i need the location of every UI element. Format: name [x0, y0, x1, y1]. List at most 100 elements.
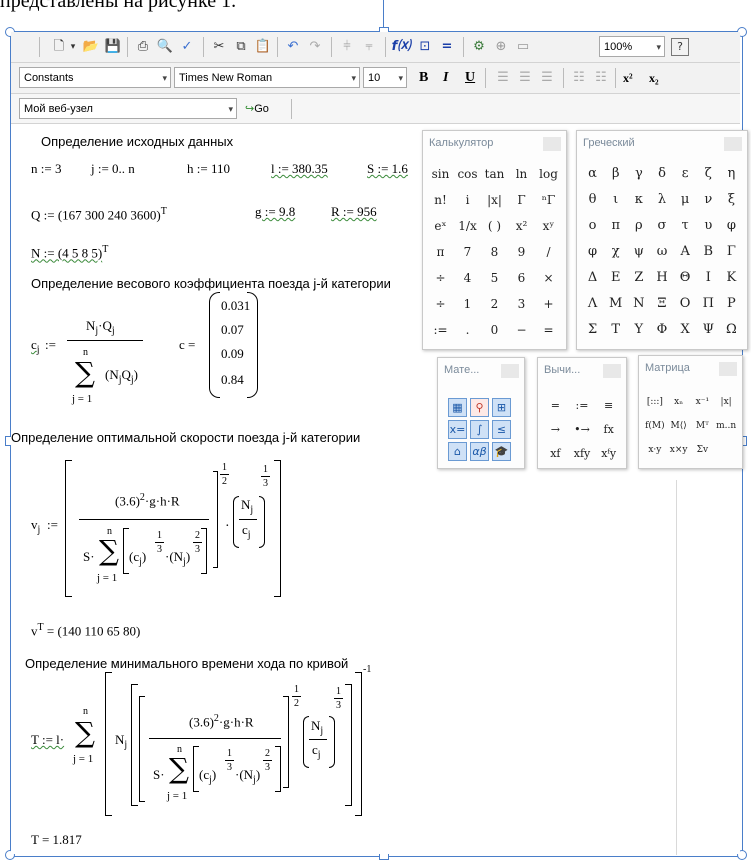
greek-letter-key[interactable]: Ξ	[650, 291, 673, 317]
matrix-key[interactable]: x×y	[667, 438, 691, 462]
insert-unit-icon[interactable]: ⊡	[415, 37, 435, 57]
greek-letter-key[interactable]: ι	[604, 187, 627, 213]
greek-letter-key[interactable]: μ	[674, 187, 697, 213]
calculator-key[interactable]: 8	[481, 239, 508, 265]
greek-toolbar-icon[interactable]: αβ	[470, 442, 489, 461]
calculator-key[interactable]: 6	[508, 265, 535, 291]
greek-letter-key[interactable]: ω	[650, 239, 673, 265]
greek-letter-key[interactable]: Ε	[604, 265, 627, 291]
greek-letter-key[interactable]: ζ	[697, 161, 720, 187]
greek-letter-key[interactable]: φ	[720, 213, 743, 239]
new-document-icon[interactable]: 🗋	[49, 37, 69, 57]
matrix-key[interactable]: f(M)	[643, 414, 667, 438]
c-lhs[interactable]: cj	[31, 337, 40, 356]
greek-letter-key[interactable]: Ρ	[720, 291, 743, 317]
calculator-key[interactable]: 4	[454, 265, 481, 291]
evaluation-key[interactable]: fx	[595, 418, 622, 442]
evaluation-key[interactable]: →	[542, 418, 569, 442]
evaluation-key[interactable]: xfy	[569, 442, 596, 466]
evaluation-key[interactable]: :=	[569, 394, 596, 418]
calculator-key[interactable]: eˣ	[427, 213, 454, 239]
chevron-down-icon[interactable]: ▾	[67, 37, 79, 57]
l-definition[interactable]: l := 380.35	[271, 161, 328, 177]
v-lhs[interactable]: vj	[31, 517, 40, 536]
greek-letter-key[interactable]: Ψ	[697, 317, 720, 343]
matrix-key[interactable]: x·y	[643, 438, 667, 462]
matrix-key[interactable]: M⟨⟩	[667, 414, 691, 438]
greek-letter-key[interactable]: φ	[581, 239, 604, 265]
greek-letter-key[interactable]: Μ	[604, 291, 627, 317]
greek-letter-key[interactable]: ν	[697, 187, 720, 213]
go-button[interactable]: ↪Go	[245, 100, 269, 118]
close-icon[interactable]	[501, 364, 519, 378]
greek-letter-key[interactable]: Τ	[604, 317, 627, 343]
calculator-key[interactable]: 2	[481, 291, 508, 317]
greek-letter-key[interactable]: Η	[650, 265, 673, 291]
greek-letter-key[interactable]: β	[604, 161, 627, 187]
calculator-key[interactable]: :=	[427, 317, 454, 343]
greek-letter-key[interactable]: ο	[581, 213, 604, 239]
redo-icon[interactable]: ↷	[305, 37, 325, 57]
matrix-key[interactable]: [:::]	[643, 390, 667, 414]
help-icon[interactable]: ?	[671, 38, 689, 56]
calculator-key[interactable]: ⁿΓ	[535, 187, 562, 213]
save-icon[interactable]: 💾	[103, 37, 123, 57]
align-left-icon[interactable]: ☰	[493, 68, 513, 88]
superscript-button[interactable]: x²	[623, 68, 633, 88]
matrix-key[interactable]: Σv	[691, 438, 715, 462]
matrix-toolbar-icon[interactable]: ⊞	[492, 398, 511, 417]
greek-letter-key[interactable]: Λ	[581, 291, 604, 317]
evaluation-key[interactable]: xᶠy	[595, 442, 622, 466]
matrix-key[interactable]	[714, 438, 738, 462]
calculator-key[interactable]: 1	[454, 291, 481, 317]
undo-icon[interactable]: ↶	[283, 37, 303, 57]
programming-toolbar-icon[interactable]: ⌂	[448, 442, 467, 461]
calculator-key[interactable]: tan	[481, 161, 508, 187]
address-select[interactable]: Мой веб-узел ▾	[19, 98, 237, 119]
calculator-key[interactable]: n!	[427, 187, 454, 213]
greek-letter-key[interactable]: υ	[697, 213, 720, 239]
calculate-icon[interactable]: =	[437, 37, 457, 57]
bold-button[interactable]: B	[419, 68, 428, 88]
greek-letter-key[interactable]: τ	[674, 213, 697, 239]
evaluation-key[interactable]: =	[542, 394, 569, 418]
greek-letter-key[interactable]: Φ	[650, 317, 673, 343]
c-eval-lhs[interactable]: c =	[179, 337, 195, 353]
calculator-key[interactable]: −	[508, 317, 535, 343]
align-down-icon[interactable]: ⫧	[359, 37, 379, 57]
align-right-icon[interactable]: ☰	[537, 68, 557, 88]
evaluation-key[interactable]: •→	[569, 418, 596, 442]
greek-letter-key[interactable]: Β	[697, 239, 720, 265]
calculator-key[interactable]: =	[535, 317, 562, 343]
print-icon[interactable]: ⎙	[133, 37, 153, 57]
greek-letter-key[interactable]: Α	[674, 239, 697, 265]
calculator-key[interactable]: 7	[454, 239, 481, 265]
matrix-key[interactable]: xₙ	[667, 390, 691, 414]
calculator-key[interactable]: π	[427, 239, 454, 265]
greek-letter-key[interactable]: κ	[627, 187, 650, 213]
graph-toolbar-icon[interactable]: ⚲	[470, 398, 489, 417]
symbolic-toolbar-icon[interactable]: 🎓	[492, 442, 511, 461]
j-definition[interactable]: j := 0.. n	[91, 161, 135, 177]
calculator-key[interactable]: ÷	[427, 265, 454, 291]
calculator-key[interactable]: i	[454, 187, 481, 213]
spell-check-icon[interactable]: ✓	[177, 37, 197, 57]
N-definition[interactable]: N := (4 5 8 5)T	[31, 244, 108, 261]
greek-panel[interactable]: Греческий αβγδεζηθικλμνξοπρστυφφχψωΑΒΓΔΕ…	[576, 130, 748, 350]
calculator-key[interactable]: log	[535, 161, 562, 187]
calculator-key[interactable]: 5	[481, 265, 508, 291]
g-definition[interactable]: g := 9.8	[255, 204, 295, 220]
calculator-key[interactable]: sin	[427, 161, 454, 187]
boolean-toolbar-icon[interactable]: ≤	[492, 420, 511, 439]
resource-center-icon[interactable]: ⊕	[491, 37, 511, 57]
greek-letter-key[interactable]: δ	[650, 161, 673, 187]
evaluation-panel[interactable]: Вычи... =:= ≡ → •→ fx xf xfy xᶠy	[537, 357, 627, 469]
copy-icon[interactable]: ⧉	[231, 37, 251, 57]
greek-letter-key[interactable]: Σ	[581, 317, 604, 343]
region-icon[interactable]: ▭	[513, 37, 533, 57]
greek-letter-key[interactable]: η	[720, 161, 743, 187]
bullet-list-icon[interactable]: ☷	[569, 68, 589, 88]
T-lhs[interactable]: T := l·	[31, 732, 64, 748]
greek-letter-key[interactable]: Ο	[674, 291, 697, 317]
n-definition[interactable]: n := 3	[31, 161, 61, 177]
